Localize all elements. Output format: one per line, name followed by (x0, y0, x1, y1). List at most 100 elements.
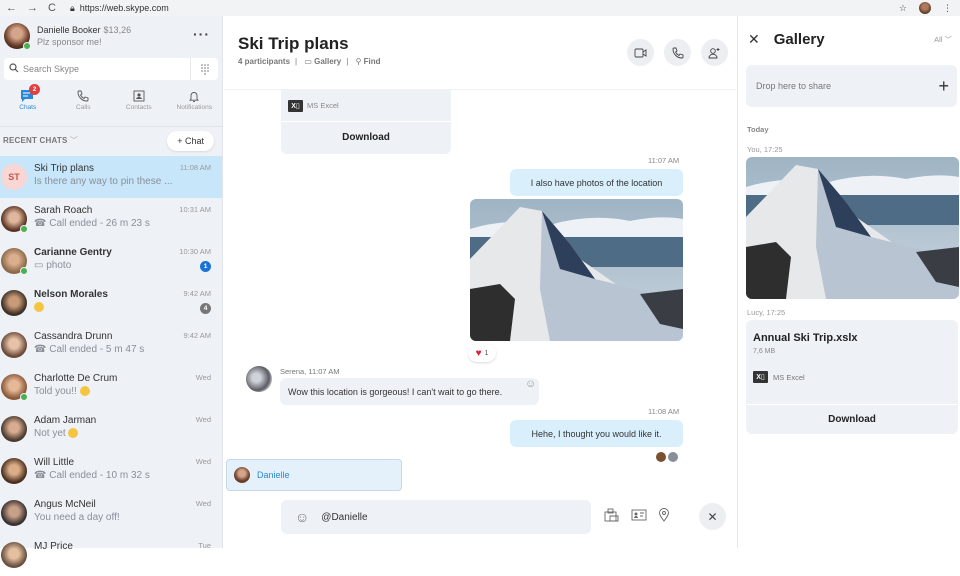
unread-count: 4 (200, 303, 211, 314)
chat-item-adam-jarman[interactable]: Adam Jarman Not yet Wed (0, 408, 222, 450)
mood-message[interactable]: Plz sponsor me! (37, 36, 131, 48)
avatar (1, 332, 27, 358)
unread-badge: 2 (29, 84, 40, 95)
avatar (1, 542, 27, 568)
search-icon: ⚲ (355, 57, 364, 66)
address-bar[interactable]: 🔒︎ https://web.skype.com (69, 1, 660, 15)
chat-item-ski-trip-plans[interactable]: ST Ski Trip plans Is there any way to pin… (0, 156, 222, 198)
search-icon (9, 62, 19, 76)
message-input[interactable] (321, 511, 562, 523)
avatar (1, 290, 27, 316)
share-media-icon[interactable] (604, 508, 620, 522)
sender-name-time: Serena, 11:07 AM (280, 367, 340, 376)
dialpad-icon[interactable] (190, 58, 218, 80)
audio-call-button[interactable] (664, 39, 691, 66)
avatar[interactable] (4, 23, 31, 50)
avatar (1, 458, 27, 484)
online-indicator (23, 42, 31, 50)
browser-profile-avatar[interactable] (919, 2, 931, 14)
file-type: MS Excel (307, 101, 339, 110)
chat-preview: Call ended - 26 m 23 s (49, 218, 150, 229)
profile[interactable]: Danielle Booker $13,26 Plz sponsor me! ··… (0, 16, 222, 56)
emoji-picker-icon[interactable]: ☺ (295, 509, 309, 525)
file-message-card: X▯ MS Excel Download (281, 90, 451, 154)
contacts-icon (133, 88, 145, 104)
file-size: 7,6 MB (753, 348, 776, 355)
chat-preview: Call ended - 5 m 47 s (49, 344, 145, 355)
chat-time: 9:42 AM (183, 331, 211, 340)
drop-label: Drop here to share (756, 81, 832, 91)
online-indicator (20, 225, 28, 233)
close-icon: ✕ (707, 509, 718, 524)
gallery-link-label: Gallery (314, 57, 342, 66)
chat-name: MJ Price (34, 541, 73, 552)
shared-photo[interactable] (470, 199, 683, 341)
kebab-menu-icon[interactable]: ⋮ (943, 3, 952, 14)
chat-item-angus-mcneil[interactable]: Angus McNeil You need a day off! Wed (0, 492, 222, 534)
avatar (1, 374, 28, 401)
avatar (1, 206, 28, 233)
message-bubble-outgoing: Hehe, I thought you would like it. (510, 420, 683, 447)
reload-icon[interactable]: C (48, 2, 56, 14)
heart-reaction[interactable]: ♥ 1 (468, 344, 496, 362)
sender-avatar[interactable] (246, 366, 272, 392)
mention-suggestion[interactable]: Danielle (226, 459, 402, 491)
heart-icon: ♥ (475, 347, 482, 359)
participants-link[interactable]: 4 participants (238, 57, 290, 66)
chat-time: Wed (195, 457, 211, 466)
chat-name: Adam Jarman (34, 415, 97, 426)
conversation-pane: Ski Trip plans 4 participants | ▭ Gallery… (224, 16, 736, 548)
read-receipt-avatar (656, 452, 666, 462)
chat-name: Will Little (34, 457, 75, 468)
chat-item-will-little[interactable]: Will Little ☎︎ Call ended - 10 m 32 s Wed (0, 450, 222, 492)
add-reaction-icon[interactable]: ☺ (525, 378, 536, 390)
add-participant-button[interactable] (701, 39, 728, 66)
compose-box: ☺ (281, 500, 591, 534)
emoji-icon (79, 386, 90, 397)
chat-item-charlotte-de-crum[interactable]: Charlotte De Crum Told you!! Wed (0, 366, 222, 408)
location-pin-icon[interactable] (658, 508, 670, 522)
star-icon[interactable]: ☆ (899, 3, 907, 14)
chat-item-sarah-roach[interactable]: Sarah Roach ☎︎ Call ended - 26 m 23 s 10:… (0, 198, 222, 240)
gallery-photo[interactable] (746, 157, 959, 299)
message-bubble-incoming: Wow this location is gorgeous! I can't w… (280, 378, 539, 405)
download-button[interactable]: Download (281, 122, 451, 152)
chat-item-nelson-morales[interactable]: Nelson Morales 9:42 AM 4 (0, 282, 222, 324)
tab-chats[interactable]: 2 Chats (0, 84, 56, 118)
message-timestamp: 11:07 AM (648, 156, 680, 165)
share-contact-icon[interactable] (631, 509, 647, 521)
gallery-title: Gallery (773, 30, 825, 48)
chat-item-carianne-gentry[interactable]: Carianne Gentry ▭ photo 10:30 AM 1 (0, 240, 222, 282)
find-link[interactable]: ⚲ Find (356, 57, 381, 66)
chat-item-mj-price[interactable]: MJ Price Tue (0, 534, 222, 576)
message-timestamp: 11:08 AM (648, 407, 680, 416)
more-options-icon[interactable]: ··· (193, 26, 210, 42)
chat-name: Angus McNeil (34, 499, 96, 510)
add-icon[interactable]: + (938, 76, 949, 97)
tab-calls[interactable]: Calls (56, 88, 112, 118)
gallery-filter-dropdown[interactable]: All ﹀ (934, 34, 952, 45)
close-compose-button[interactable]: ✕ (699, 503, 726, 530)
search-input[interactable]: Search Skype (23, 64, 79, 74)
recent-chats-label: RECENT CHATS (3, 136, 68, 145)
tab-contacts[interactable]: Contacts (111, 88, 167, 118)
chat-list: ST Ski Trip plans Is there any way to pin… (0, 156, 222, 576)
close-gallery-icon[interactable]: ✕ (748, 31, 760, 48)
back-icon[interactable]: ← (6, 2, 17, 14)
new-chat-button[interactable]: + Chat (167, 130, 214, 151)
tab-notifications[interactable]: Notifications (167, 88, 223, 118)
conversation-header: Ski Trip plans 4 participants | ▭ Gallery… (224, 16, 736, 90)
avatar (1, 416, 27, 442)
gallery-file-card: Annual Ski Trip.xslx 7,6 MB X▯ MS Excel D… (746, 320, 958, 434)
chat-name: Charlotte De Crum (34, 373, 118, 384)
search-box[interactable]: Search Skype (4, 58, 218, 80)
chat-item-cassandra-drunn[interactable]: Cassandra Drunn ☎︎ Call ended - 5 m 47 s … (0, 324, 222, 366)
drop-zone[interactable]: Drop here to share + (746, 65, 957, 107)
excel-icon: X▯ (753, 371, 768, 383)
gallery-link[interactable]: ▭ Gallery (304, 57, 341, 66)
download-button[interactable]: Download (746, 404, 958, 434)
emoji-icon (34, 302, 44, 313)
forward-icon[interactable]: → (27, 2, 38, 14)
video-call-button[interactable] (627, 39, 654, 66)
recent-chats-dropdown[interactable]: RECENT CHATS ﹀ (3, 135, 78, 146)
